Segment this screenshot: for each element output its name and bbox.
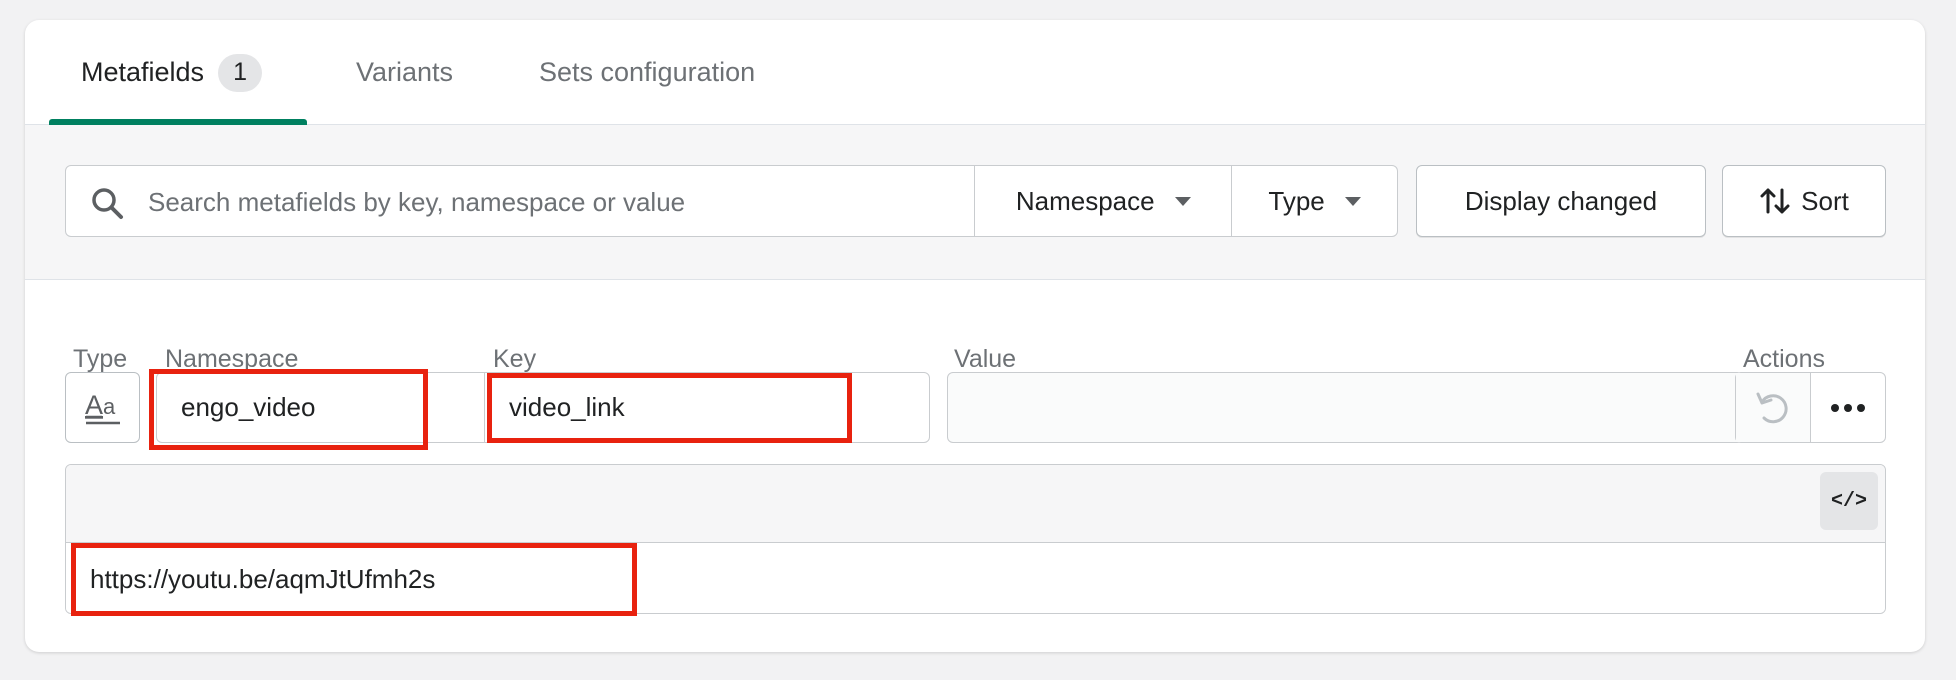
column-header-namespace: Namespace — [165, 345, 299, 373]
editor-toolbar: </> — [66, 465, 1885, 543]
namespace-field-wrapper — [156, 372, 485, 443]
metafields-card: Metafields 1 Variants Sets configuration… — [25, 20, 1925, 652]
caret-down-icon — [1174, 196, 1191, 206]
tab-variants[interactable]: Variants — [356, 20, 453, 125]
svg-text:A: A — [85, 390, 103, 420]
search-icon — [92, 188, 123, 219]
caret-down-icon — [1344, 196, 1361, 206]
tab-variants-label: Variants — [356, 57, 454, 87]
column-header-key: Key — [493, 345, 537, 373]
display-changed-label: Display changed — [1464, 185, 1658, 216]
search-filter-group: Namespace Type — [65, 165, 1398, 238]
tab-metafields[interactable]: Metafields 1 — [81, 20, 263, 125]
sort-label: Sort — [1801, 185, 1849, 216]
tab-metafields-label: Metafields — [81, 57, 205, 87]
tab-bar: Metafields 1 Variants Sets configuration — [25, 20, 1925, 125]
key-input[interactable] — [485, 373, 929, 442]
tab-sets-configuration-label: Sets configuration — [539, 57, 756, 87]
column-header-actions: Actions — [1743, 345, 1825, 373]
text-type-icon: A a — [85, 390, 120, 424]
more-actions-button[interactable] — [1811, 373, 1886, 442]
undo-icon — [1756, 392, 1788, 423]
value-field-wrapper — [947, 372, 1743, 443]
undo-button[interactable] — [1736, 373, 1811, 442]
svg-text:a: a — [103, 394, 116, 419]
value-editor: </> https://youtu.be/aqmJtUfmh2s — [65, 464, 1886, 614]
search-box — [66, 166, 976, 238]
editor-content[interactable]: https://youtu.be/aqmJtUfmh2s — [66, 543, 1885, 613]
column-header-value: Value — [954, 345, 1017, 373]
type-dropdown[interactable]: Type — [1232, 166, 1397, 236]
namespace-dropdown[interactable]: Namespace — [975, 166, 1233, 236]
search-input[interactable] — [146, 166, 950, 238]
type-dropdown-label: Type — [1268, 185, 1325, 216]
code-view-toggle-button[interactable]: </> — [1820, 472, 1878, 530]
type-selector-button[interactable]: A a — [65, 372, 140, 443]
filter-bar: Namespace Type Display changed Sort — [25, 125, 1925, 280]
tab-sets-configuration[interactable]: Sets configuration — [539, 20, 755, 125]
sort-button[interactable]: Sort — [1722, 165, 1886, 237]
code-icon: </> — [1830, 489, 1867, 513]
actions-group — [1735, 372, 1886, 443]
namespace-input[interactable] — [157, 373, 484, 442]
value-input[interactable] — [948, 373, 1742, 442]
column-header-type: Type — [73, 345, 128, 373]
key-field-wrapper — [484, 372, 930, 443]
metafields-count-badge: 1 — [218, 53, 263, 92]
namespace-dropdown-label: Namespace — [1015, 185, 1155, 216]
more-horizontal-icon — [1830, 403, 1865, 412]
sort-icon — [1760, 188, 1790, 214]
display-changed-button[interactable]: Display changed — [1416, 165, 1706, 237]
